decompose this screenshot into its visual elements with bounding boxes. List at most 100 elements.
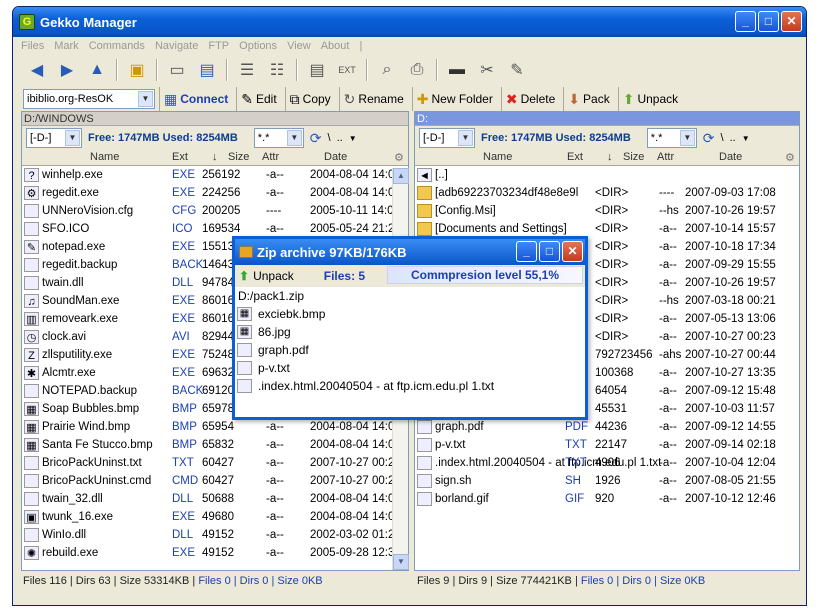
file-row[interactable]: ▣ twunk_16.exe EXE 49680 -a-- 2004-08-04 14:0…: [22, 508, 408, 526]
file-row[interactable]: p-v.txt TXT 22147 -a-- 2007-09-14 02:18: [415, 436, 799, 454]
col-ext[interactable]: Ext: [567, 151, 583, 163]
unpack-button[interactable]: ⬆ Unpack: [617, 87, 682, 111]
dialog-minimize-button[interactable]: _: [516, 241, 537, 262]
left-drive-select[interactable]: [-D-] ▼: [26, 128, 82, 148]
dialog-unpack-button[interactable]: Unpack: [253, 269, 294, 283]
col-ext[interactable]: Ext: [172, 151, 188, 163]
new-folder-icon[interactable]: ▣: [123, 58, 151, 82]
file-row[interactable]: ▦ Prairie Wind.bmp BMP 65954 -a-- 2004-08-04 …: [22, 418, 408, 436]
maximize-button[interactable]: □: [758, 11, 779, 32]
file-row[interactable]: ? winhelp.exe EXE 256192 -a-- 2004-08-04 14:0…: [22, 166, 408, 184]
close-button[interactable]: ✕: [781, 11, 802, 32]
file-row[interactable]: ⚙ regedit.exe EXE 224256 -a-- 2004-08-04 14:0…: [22, 184, 408, 202]
chevron-down-icon[interactable]: ▼: [138, 91, 153, 107]
entry-file-icon: [237, 343, 252, 357]
minimize-button[interactable]: _: [735, 11, 756, 32]
file-row[interactable]: BricoPackUninst.cmd CMD 60427 -a-- 2007-10-2…: [22, 472, 408, 490]
col-attr[interactable]: Attr: [657, 151, 674, 163]
col-attr[interactable]: Attr: [262, 151, 279, 163]
connection-select[interactable]: ibiblio.org-ResOK ▼: [23, 89, 155, 109]
chevron-down-icon[interactable]: ▼: [458, 130, 473, 146]
file-row[interactable]: ◄ [..]: [415, 166, 799, 184]
chevron-down-icon[interactable]: ▼: [286, 130, 302, 146]
file-attr: -a--: [659, 241, 677, 253]
refresh-icon[interactable]: ⟳: [310, 130, 322, 147]
right-filter-select[interactable]: *.* ▼: [646, 128, 697, 148]
pack-button[interactable]: ⬇ Pack: [563, 87, 613, 111]
ext-icon[interactable]: EXT: [333, 58, 361, 82]
menu-mark[interactable]: Mark: [54, 40, 78, 52]
archive-entry[interactable]: ▦ exciebk.bmp: [235, 305, 585, 323]
refresh-icon[interactable]: ⟳: [703, 130, 715, 147]
col-size[interactable]: Size: [623, 151, 644, 163]
menu-ftp[interactable]: FTP: [208, 40, 229, 52]
connect-button[interactable]: ▦ Connect: [159, 87, 232, 111]
disconnect-icon[interactable]: ▤: [193, 58, 221, 82]
col-size[interactable]: Size: [228, 151, 249, 163]
file-row[interactable]: twain_32.dll DLL 50688 -a-- 2004-08-04 14:00: [22, 490, 408, 508]
connect-icon[interactable]: ▭: [163, 58, 191, 82]
chevron-down-icon[interactable]: ▼: [349, 134, 357, 143]
right-free-space: Free: 1747MB Used: 8254MB: [481, 132, 631, 144]
file-row[interactable]: ▦ Santa Fe Stucco.bmp BMP 65832 -a-- 2004-08-…: [22, 436, 408, 454]
arrow-up-icon[interactable]: ▲: [83, 58, 111, 82]
delete-button[interactable]: ✖ Delete: [500, 87, 559, 111]
menu-view[interactable]: View: [287, 40, 311, 52]
arrow-left-icon[interactable]: ◀: [23, 58, 51, 82]
file-row[interactable]: [Config.Msi] <DIR> --hs 2007-10-26 19:57: [415, 202, 799, 220]
rename-button[interactable]: ↻ Rename: [338, 87, 408, 111]
menu-navigate[interactable]: Navigate: [155, 40, 198, 52]
settings-gear-icon[interactable]: ⚙: [394, 151, 404, 164]
file-row[interactable]: borland.gif GIF 920 -a-- 2007-10-12 12:46: [415, 490, 799, 508]
root-icon[interactable]: \: [328, 132, 331, 144]
col-name[interactable]: Name: [483, 151, 512, 163]
copy-button[interactable]: ⧉ Copy: [284, 87, 335, 111]
file-row[interactable]: graph.pdf PDF 44236 -a-- 2007-09-12 14:55: [415, 418, 799, 436]
col-name[interactable]: Name: [90, 151, 119, 163]
terminal-icon[interactable]: ▬: [443, 58, 471, 82]
file-row[interactable]: WinIo.dll DLL 49152 -a-- 2002-03-02 01:22: [22, 526, 408, 544]
tools-icon[interactable]: ✂: [473, 58, 501, 82]
properties-icon[interactable]: ▤: [303, 58, 331, 82]
left-filter-select[interactable]: *.* ▼: [253, 128, 304, 148]
menu-about[interactable]: About: [321, 40, 350, 52]
dialog-close-button[interactable]: ✕: [562, 241, 583, 262]
file-size: <DIR>: [595, 187, 629, 199]
archive-entry[interactable]: .index.html.20040504 - at ftp.icm.edu.pl…: [235, 377, 585, 395]
col-date[interactable]: Date: [719, 151, 742, 163]
dialog-maximize-button[interactable]: □: [539, 241, 560, 262]
menu-files[interactable]: Files: [21, 40, 44, 52]
invert-select-icon[interactable]: ☷: [263, 58, 291, 82]
parent-icon[interactable]: ..: [337, 132, 343, 144]
dialog-title-bar[interactable]: Zip archive 97KB/176KB _ □ ✕: [235, 239, 585, 265]
search-icon[interactable]: ⌕: [373, 58, 401, 82]
scroll-up-icon[interactable]: ▲: [393, 168, 409, 184]
menu-commands[interactable]: Commands: [89, 40, 145, 52]
edit-button[interactable]: ✎ Edit: [236, 87, 280, 111]
archive-entry[interactable]: p-v.txt: [235, 359, 585, 377]
select-all-icon[interactable]: ☰: [233, 58, 261, 82]
chevron-down-icon[interactable]: ▼: [742, 134, 750, 143]
parent-icon[interactable]: ..: [730, 132, 736, 144]
root-icon[interactable]: \: [721, 132, 724, 144]
chevron-down-icon[interactable]: ▼: [65, 130, 80, 146]
title-bar[interactable]: G Gekko Manager _ □ ✕: [13, 7, 806, 37]
chevron-down-icon[interactable]: ▼: [679, 130, 695, 146]
col-date[interactable]: Date: [324, 151, 347, 163]
menu-options[interactable]: Options: [239, 40, 277, 52]
right-drive-select[interactable]: [-D-] ▼: [419, 128, 475, 148]
new-folder-button[interactable]: ✚ New Folder: [411, 87, 497, 111]
file-row[interactable]: UNNeroVision.cfg CFG 200205 ---- 2005-10-11 …: [22, 202, 408, 220]
file-row[interactable]: .index.html.20040504 - at ftp.icm.edu.pl…: [415, 454, 799, 472]
archive-entry[interactable]: graph.pdf: [235, 341, 585, 359]
print-icon[interactable]: ⎙: [403, 58, 431, 82]
file-row[interactable]: [adb69223703234df48e8e9l <DIR> ---- 2007-09…: [415, 184, 799, 202]
file-row[interactable]: sign.sh SH 1926 -a-- 2007-08-05 21:55: [415, 472, 799, 490]
settings-gear-icon[interactable]: ⚙: [785, 151, 795, 164]
file-row[interactable]: ✺ rebuild.exe EXE 49152 -a-- 2005-09-28 12:31: [22, 544, 408, 562]
archive-entry[interactable]: ▦ 86.jpg: [235, 323, 585, 341]
edit-icon[interactable]: ✎: [503, 58, 531, 82]
arrow-right-icon[interactable]: ▶: [53, 58, 81, 82]
file-row[interactable]: BricoPackUninst.txt TXT 60427 -a-- 2007-10-2…: [22, 454, 408, 472]
scroll-down-icon[interactable]: ▼: [393, 554, 409, 570]
